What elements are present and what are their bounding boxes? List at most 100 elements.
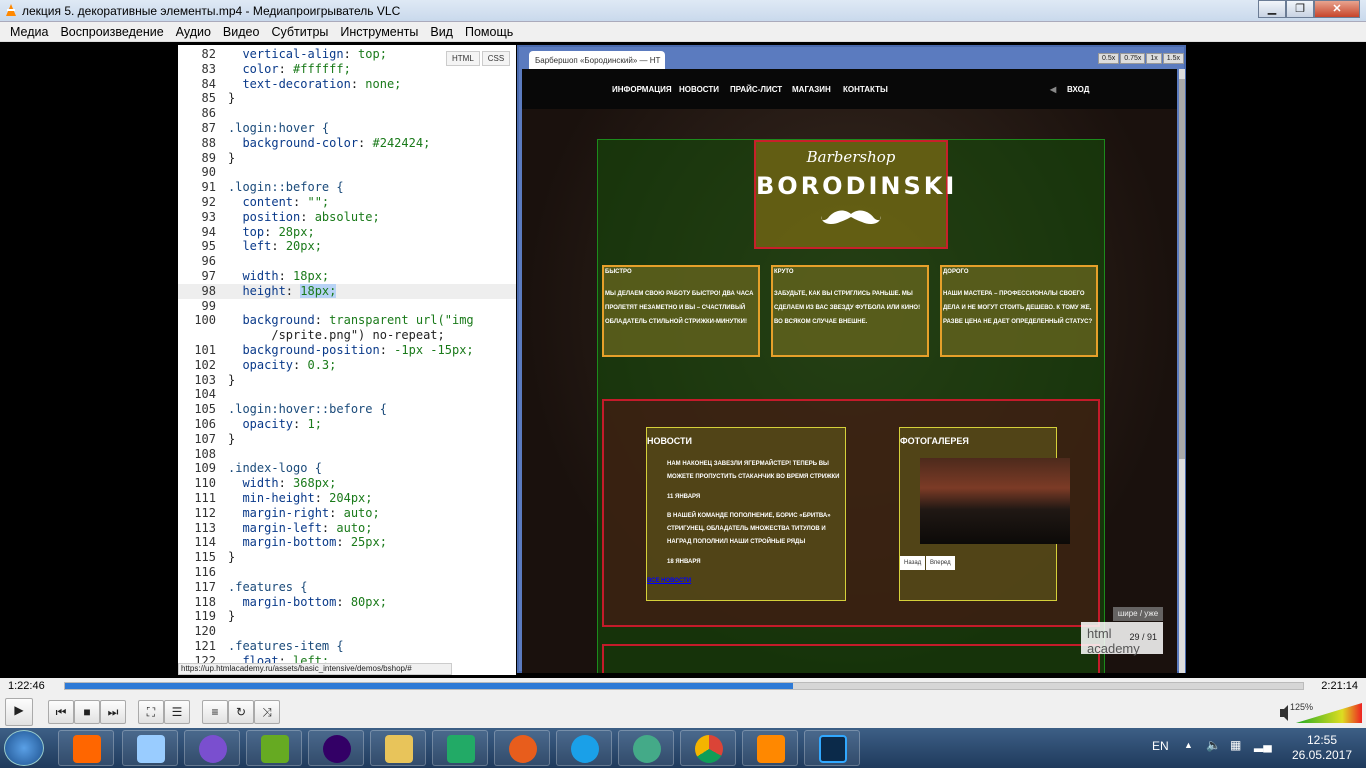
tray-arrow-icon[interactable]: ▲: [1184, 740, 1193, 750]
play-button[interactable]: ▶: [5, 698, 33, 726]
next-button[interactable]: ⏭: [100, 700, 126, 724]
code-line: 91 .login::before {: [178, 180, 516, 195]
code-text: .index-logo {: [228, 461, 322, 476]
loop-button[interactable]: ↻: [228, 700, 254, 724]
line-number: 102: [194, 357, 216, 372]
taskbar-firefox[interactable]: [494, 730, 550, 766]
taskbar-chrome[interactable]: [680, 730, 736, 766]
menu-tools[interactable]: Инструменты: [334, 25, 424, 39]
title-bar: лекция 5. декоративные элементы.mp4 - Ме…: [0, 0, 1366, 22]
taskbar-vlc[interactable]: [742, 730, 798, 766]
code-text: .features-item {: [228, 639, 344, 653]
code-line: 94 top: 28px;: [178, 225, 516, 240]
feature-text: ЗАБУДЬТЕ, КАК ВЫ СТРИГЛИСЬ РАНЬШЕ. МЫ СД…: [774, 291, 921, 325]
extended-settings-button[interactable]: ☰: [164, 700, 190, 724]
code-text: position: absolute;: [228, 209, 380, 224]
feature-item: КРУТО ЗАБУДЬТЕ, КАК ВЫ СТРИГЛИСЬ РАНЬШЕ.…: [771, 265, 929, 357]
line-number: 110: [194, 476, 216, 491]
code-line: 117 .features {: [178, 580, 516, 595]
player-controls: ▶ ⏮ ■ ⏭ ⛶ ☰ ≡ ↻ ⤨: [0, 695, 1366, 728]
clock-time: 12:55: [1306, 733, 1338, 747]
zoom-1-5x: 1.5x: [1162, 53, 1184, 64]
taskbar-monitor[interactable]: [432, 730, 488, 766]
taskbar-globe[interactable]: [618, 730, 674, 766]
tab-html: HTML: [446, 51, 480, 66]
taskbar-media-app[interactable]: [308, 730, 364, 766]
signal-tray-icon[interactable]: ▂▄: [1254, 738, 1272, 752]
minimize-button[interactable]: ▁: [1258, 0, 1286, 18]
fullscreen-button[interactable]: ⛶: [138, 700, 164, 724]
shuffle-button[interactable]: ⤨: [254, 700, 280, 724]
taskbar-skype[interactable]: [556, 730, 612, 766]
code-text: opacity: 1;: [228, 417, 322, 431]
code-line: 112 margin-right: auto;: [178, 506, 516, 521]
stop-button[interactable]: ■: [74, 700, 100, 724]
taskbar-viber[interactable]: [184, 730, 240, 766]
maximize-button[interactable]: ❐: [1286, 0, 1314, 18]
feature-title: ДОРОГО: [943, 269, 969, 275]
menu-media[interactable]: Медиа: [4, 25, 54, 39]
code-line: 107}: [178, 432, 516, 447]
code-line: 111 min-height: 204px;: [178, 491, 516, 506]
line-number: 90: [201, 165, 216, 180]
tab-css: CSS: [481, 51, 511, 66]
line-number: 116: [194, 565, 216, 579]
menu-bar: Медиа Воспроизведение Аудио Видео Субтит…: [0, 22, 1366, 42]
menu-video[interactable]: Видео: [217, 25, 266, 39]
code-line: 108: [178, 447, 516, 462]
previous-button[interactable]: ⏮: [48, 700, 74, 724]
volume-tray-icon[interactable]: 🔈: [1206, 738, 1221, 752]
taskbar-editor[interactable]: [246, 730, 302, 766]
seek-progress: [65, 683, 793, 689]
gallery-prev-button: Назад: [900, 556, 926, 570]
code-text: min-height: 204px;: [228, 491, 373, 505]
menu-playback[interactable]: Воспроизведение: [54, 25, 169, 39]
menu-help[interactable]: Помощь: [459, 25, 519, 39]
code-text: color: #ffffff;: [228, 61, 351, 76]
code-line: 116: [178, 565, 516, 580]
line-number: 101: [194, 343, 216, 357]
taskbar-photoshop[interactable]: [804, 730, 860, 766]
browser-preview: Барбершоп «Бородинский» — HT 0.5x 0.75x …: [517, 45, 1186, 673]
feature-text: МЫ ДЕЛАЕМ СВОЮ РАБОТУ БЫСТРО! ДВА ЧАСА П…: [605, 291, 754, 325]
line-number: 85: [201, 91, 216, 106]
code-line: 93 position: absolute;: [178, 210, 516, 225]
menu-audio[interactable]: Аудио: [170, 25, 217, 39]
code-line: 99: [178, 299, 516, 314]
line-number: 92: [201, 195, 216, 209]
line-number: 120: [194, 624, 216, 639]
code-line: 102 opacity: 0.3;: [178, 358, 516, 373]
feature-title: БЫСТРО: [605, 269, 632, 275]
seek-bar[interactable]: [64, 682, 1304, 690]
network-tray-icon[interactable]: ▦: [1230, 738, 1241, 752]
clock[interactable]: 12:55 26.05.2017: [1284, 733, 1360, 763]
news-title: НОВОСТИ: [647, 436, 693, 446]
all-news-link: ВСЕ НОВОСТИ: [647, 578, 692, 584]
code-text: .login:hover::before {: [228, 402, 387, 417]
code-text: margin-bottom: 25px;: [228, 535, 387, 550]
code-line: 115}: [178, 550, 516, 565]
close-button[interactable]: ✕: [1314, 0, 1360, 18]
code-line: 85}: [178, 91, 516, 106]
language-indicator[interactable]: EN: [1152, 739, 1169, 753]
line-number: 112: [194, 505, 216, 520]
start-button[interactable]: [4, 730, 44, 766]
line-number: 107: [194, 431, 216, 446]
code-text: opacity: 0.3;: [228, 357, 337, 372]
volume-percent: 125%: [1290, 702, 1314, 712]
taskbar-explorer[interactable]: [370, 730, 426, 766]
menu-view[interactable]: Вид: [424, 25, 459, 39]
taskbar-vlc-player[interactable]: [58, 730, 114, 766]
line-number: 119: [194, 609, 216, 624]
code-text: top: 28px;: [228, 224, 315, 239]
code-line: 98 height: 18px;: [178, 283, 516, 299]
line-number: 106: [194, 417, 216, 431]
playlist-button[interactable]: ≡: [202, 700, 228, 724]
line-number: 108: [194, 446, 216, 461]
news-item: НАМ НАКОНЕЦ ЗАВЕЗЛИ ЯГЕРМАЙСТЕР! ТЕПЕРЬ …: [667, 461, 840, 480]
line-number: 114: [194, 535, 216, 550]
menu-subtitles[interactable]: Субтитры: [265, 25, 334, 39]
code-line: 105 .login:hover::before {: [178, 402, 516, 417]
code-text: }: [228, 609, 236, 624]
taskbar-notepad[interactable]: [122, 730, 178, 766]
